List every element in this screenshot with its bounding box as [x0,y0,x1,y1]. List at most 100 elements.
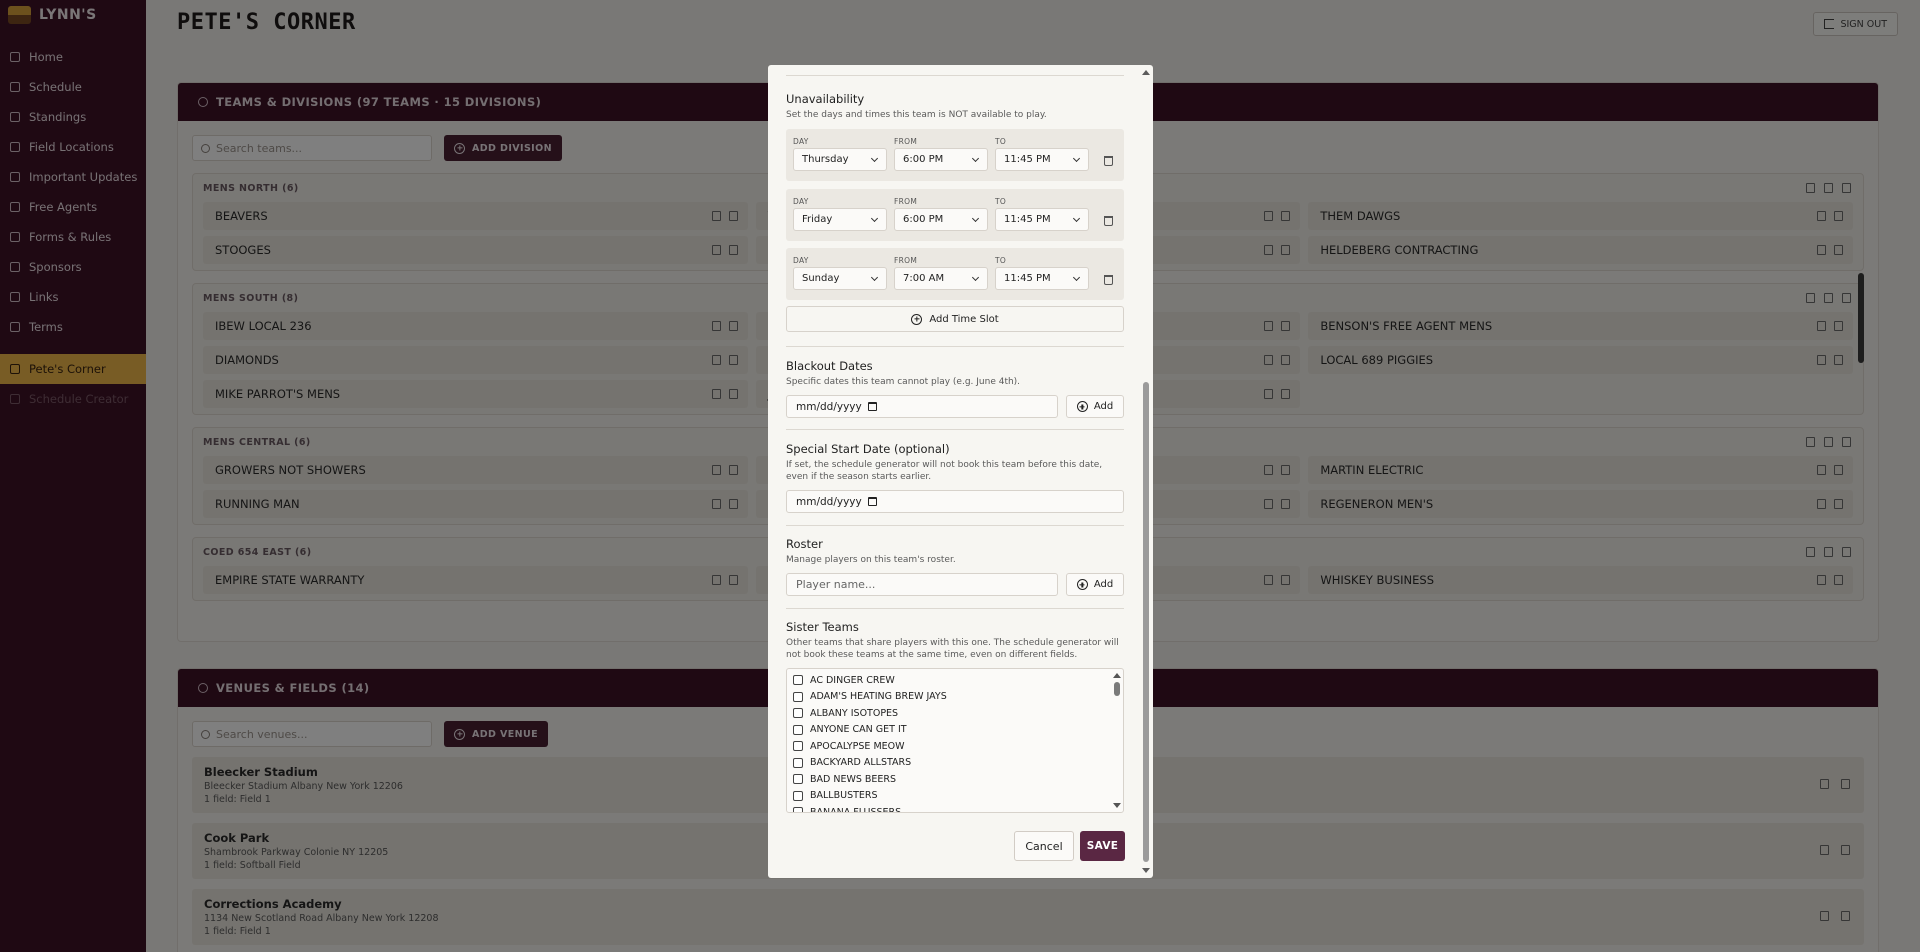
from-select[interactable]: 7:00 AM [894,267,988,290]
special-start-date-input[interactable]: mm/dd/yyyy [786,490,1124,513]
sister-list-scrollbar[interactable] [1112,670,1122,811]
save-button[interactable]: SAVE [1080,831,1125,861]
sister-team-name: BANANA FLUSSERS [810,806,902,813]
date-placeholder: mm/dd/yyyy [796,495,862,508]
day-select[interactable]: Thursday [793,148,887,171]
add-player-button[interactable]: Add [1066,573,1124,596]
from-value: 6:00 PM [903,214,944,225]
chevron-down-icon [971,154,980,163]
blackout-section: Blackout Dates Specific dates this team … [786,359,1124,388]
calendar-icon[interactable] [867,497,877,506]
to-select[interactable]: 11:45 PM [995,267,1089,290]
day-value: Thursday [802,154,849,165]
sister-teams-list[interactable]: AC DINGER CREW ADAM'S HEATING BREW JAYS AL… [786,668,1124,813]
time-slot: DAY Thursday FROM 6:00 PM TO 11:45 PM [786,129,1124,181]
from-value: 7:00 AM [903,273,945,284]
roster-title: Roster [786,537,823,551]
day-label: DAY [793,137,809,146]
to-label: TO [995,137,1007,146]
checkbox[interactable] [793,675,803,686]
sister-team-item[interactable]: ANYONE CAN GET IT [787,722,1123,739]
scroll-down-icon[interactable] [1113,803,1121,808]
to-select[interactable]: 11:45 PM [995,148,1089,171]
to-select[interactable]: 11:45 PM [995,208,1089,231]
sister-team-name: ALBANY ISOTOPES [810,707,899,719]
divider [786,525,1124,526]
sister-team-item[interactable]: AC DINGER CREW [787,672,1123,689]
day-value: Friday [802,214,833,225]
checkbox[interactable] [793,790,803,801]
scroll-up-icon[interactable] [1113,673,1121,678]
day-select[interactable]: Friday [793,208,887,231]
divider [786,608,1124,609]
scroll-down-icon[interactable] [1142,868,1150,873]
unavailability-section: Unavailability Set the days and times th… [786,92,1124,121]
chevron-down-icon [1072,273,1081,282]
roster-desc: Manage players on this team's roster. [786,555,956,565]
add-time-slot-button[interactable]: Add Time Slot [786,306,1124,332]
time-slot: DAY Friday FROM 6:00 PM TO 11:45 PM [786,189,1124,241]
modal-scrollbar[interactable] [1141,67,1151,876]
cancel-button[interactable]: Cancel [1014,831,1074,861]
sister-team-item[interactable]: BAD NEWS BEERS [787,771,1123,788]
blackout-date-input[interactable]: mm/dd/yyyy [786,395,1058,418]
trash-icon[interactable] [1104,275,1113,285]
special-start-desc: If set, the schedule generator will not … [786,460,1103,482]
chevron-down-icon [971,273,980,282]
from-select[interactable]: 6:00 PM [894,208,988,231]
unavailability-desc: Set the days and times this team is NOT … [786,110,1047,120]
player-name-input[interactable]: Player name... [786,573,1058,596]
sister-team-name: APOCALYPSE MEOW [810,740,905,752]
sister-teams-section: Sister Teams Other teams that share play… [786,620,1124,661]
checkbox[interactable] [793,757,803,768]
chevron-down-icon [870,214,879,223]
sister-team-item[interactable]: ADAM'S HEATING BREW JAYS [787,689,1123,706]
blackout-title: Blackout Dates [786,359,873,373]
add-label: Add [1093,579,1114,590]
from-label: FROM [894,256,918,265]
unavailability-title: Unavailability [786,92,865,106]
checkbox[interactable] [793,774,803,785]
chevron-down-icon [971,214,980,223]
divider [786,429,1124,430]
from-label: FROM [894,197,918,206]
checkbox[interactable] [793,691,803,702]
plus-circle-icon [911,313,923,325]
scrollbar-thumb[interactable] [1143,382,1149,862]
checkbox[interactable] [793,741,803,752]
to-value: 11:45 PM [1004,273,1051,284]
sister-team-item[interactable]: BANANA FLUSSERS [787,804,1123,813]
sister-team-item[interactable]: ALBANY ISOTOPES [787,705,1123,722]
day-value: Sunday [802,273,840,284]
checkbox[interactable] [793,708,803,719]
sister-teams-desc: Other teams that share players with this… [786,638,1119,660]
roster-section: Roster Manage players on this team's ros… [786,537,1124,566]
trash-icon[interactable] [1104,216,1113,226]
checkbox[interactable] [793,724,803,735]
special-start-section: Special Start Date (optional) If set, th… [786,442,1124,483]
add-blackout-button[interactable]: Add [1066,395,1124,418]
day-label: DAY [793,197,809,206]
checkbox[interactable] [793,807,803,812]
chevron-down-icon [1072,214,1081,223]
player-name-placeholder: Player name... [796,578,876,591]
chevron-down-icon [870,154,879,163]
sister-team-item[interactable]: BACKYARD ALLSTARS [787,755,1123,772]
plus-circle-icon [1076,401,1088,412]
to-label: TO [995,256,1007,265]
sister-team-item[interactable]: APOCALYPSE MEOW [787,738,1123,755]
sister-team-item[interactable]: BALLBUSTERS [787,788,1123,805]
sister-team-name: AC DINGER CREW [810,674,895,686]
scrollbar-thumb[interactable] [1114,682,1120,696]
divider [786,75,1124,76]
trash-icon[interactable] [1104,156,1113,166]
add-label: Add [1093,401,1114,412]
sister-teams-title: Sister Teams [786,620,859,634]
calendar-icon[interactable] [867,402,877,411]
chevron-down-icon [870,273,879,282]
day-select[interactable]: Sunday [793,267,887,290]
sister-team-name: BALLBUSTERS [810,790,878,802]
blackout-desc: Specific dates this team cannot play (e.… [786,377,1021,387]
from-select[interactable]: 6:00 PM [894,148,988,171]
scroll-up-icon[interactable] [1142,70,1150,75]
